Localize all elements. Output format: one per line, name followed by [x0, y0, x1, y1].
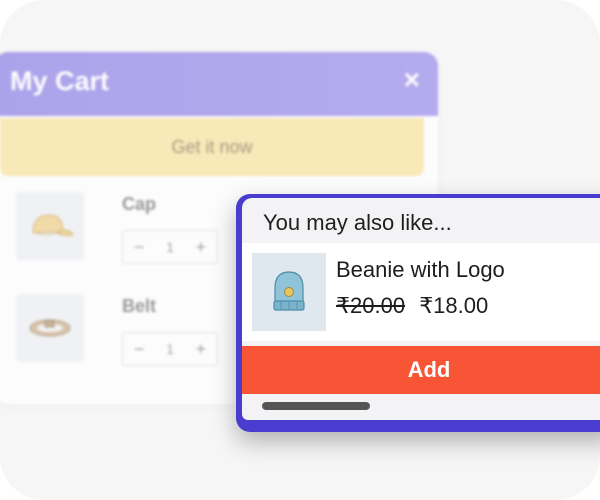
upsell-product-card: Beanie with Logo ₹20.00 ₹18.00 [242, 243, 600, 341]
screenshot-frame: My Cart × Get it now Cap − 1 + Belt − 1 … [0, 0, 600, 500]
get-it-now-button[interactable]: Get it now [0, 118, 424, 176]
cart-item-name: Cap [122, 194, 157, 214]
cap-icon [16, 192, 84, 260]
upsell-heading: You may also like... [263, 210, 452, 235]
decrease-button[interactable]: − [134, 237, 145, 258]
cart-title: My Cart [10, 66, 110, 96]
upsell-popup: You may also like... Beanie with Logo ₹2… [236, 194, 600, 432]
quantity-stepper: − 1 + [122, 332, 218, 366]
decrease-button[interactable]: − [134, 339, 145, 360]
product-name[interactable]: Beanie with Logo [336, 257, 505, 283]
increase-button[interactable]: + [196, 339, 207, 360]
quantity-value[interactable]: 1 [166, 341, 174, 357]
quantity-value[interactable]: 1 [166, 239, 174, 255]
scrollbar-thumb[interactable] [262, 402, 370, 410]
original-price: ₹20.00 [336, 293, 406, 318]
upsell-panel: You may also like... Beanie with Logo ₹2… [242, 198, 600, 420]
close-icon[interactable]: × [404, 66, 420, 94]
quantity-stepper: − 1 + [122, 230, 218, 264]
increase-button[interactable]: + [196, 237, 207, 258]
beanie-icon[interactable] [252, 253, 326, 331]
cart-item-name: Belt [122, 296, 157, 316]
product-price: ₹20.00 ₹18.00 [336, 293, 488, 319]
sale-price: ₹18.00 [419, 293, 489, 318]
cart-header: My Cart × [0, 52, 438, 116]
belt-icon [16, 294, 84, 362]
add-button[interactable]: Add [242, 346, 600, 394]
